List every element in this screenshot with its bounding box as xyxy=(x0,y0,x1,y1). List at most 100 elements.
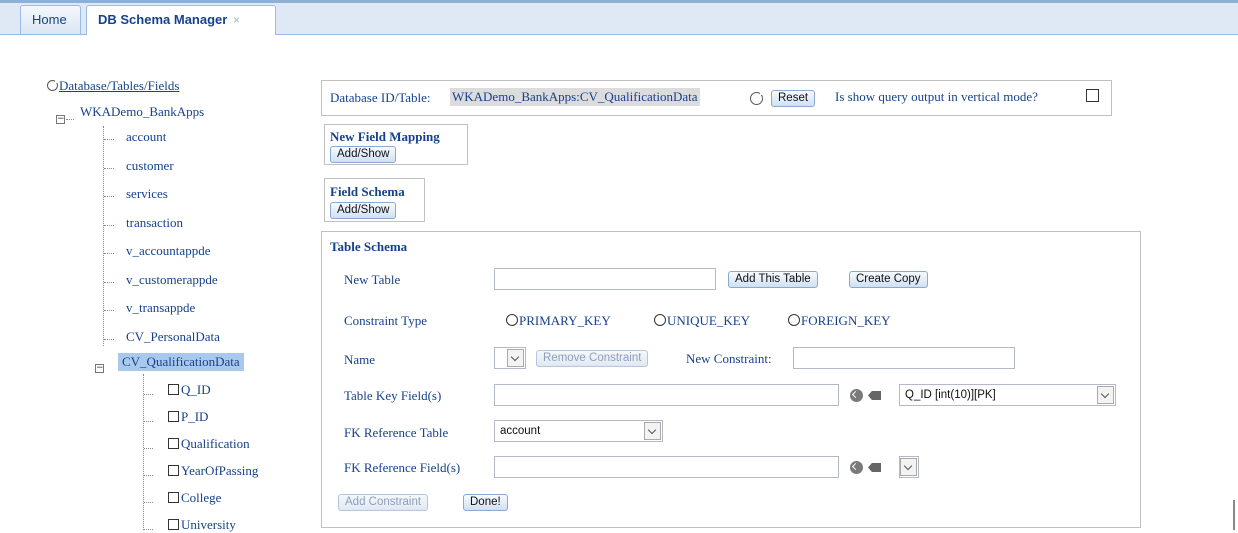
tree-connector xyxy=(104,196,114,197)
new-constraint-label: New Constraint: xyxy=(686,351,772,366)
tree-connector xyxy=(104,281,114,283)
vertical-mode-label: Is show query output in vertical mode? xyxy=(835,89,1038,104)
remove-constraint-button[interactable]: Remove Constraint xyxy=(536,350,649,367)
db-table-value: WKADemo_BankApps:CV_QualificationData xyxy=(450,88,700,106)
tree-root[interactable]: Database/Tables/Fields xyxy=(47,78,179,94)
radio-icon[interactable] xyxy=(506,314,518,326)
close-icon[interactable]: × xyxy=(233,13,240,27)
tree-table-item[interactable]: customer xyxy=(126,158,174,174)
tree-field-item[interactable]: College xyxy=(168,490,221,506)
tree-connector xyxy=(103,126,104,346)
name-label: Name xyxy=(344,352,376,367)
radio-unique-key[interactable]: UNIQUE_KEY xyxy=(654,313,750,329)
collapse-icon[interactable]: − xyxy=(95,364,104,373)
refresh-icon[interactable] xyxy=(47,79,59,91)
tree-connector xyxy=(104,167,114,169)
field-checkbox[interactable] xyxy=(168,384,179,395)
tree-root-label[interactable]: Database/Tables/Fields xyxy=(59,78,179,93)
tree-field-item[interactable]: YearOfPassing xyxy=(168,463,258,479)
field-label: Q_ID xyxy=(181,382,211,397)
tree-connector xyxy=(144,448,153,449)
new-table-input[interactable] xyxy=(494,268,716,290)
tree-connector xyxy=(104,139,114,140)
tree-table-item[interactable]: v_transappde xyxy=(126,300,195,316)
refresh-icon[interactable] xyxy=(750,91,764,105)
radio-foreign-key[interactable]: FOREIGN_KEY xyxy=(788,313,891,329)
key-field-select[interactable]: Q_ID [int(10)][PK] xyxy=(899,384,1116,406)
tree-table-item[interactable]: v_customerappde xyxy=(126,272,218,288)
field-checkbox[interactable] xyxy=(168,519,179,530)
fk-field-input[interactable] xyxy=(494,456,839,478)
tree-connector xyxy=(144,394,153,395)
tree-table-item[interactable]: account xyxy=(126,129,166,145)
fk-table-select[interactable]: account xyxy=(494,420,663,442)
field-schema-add-button[interactable]: Add/Show xyxy=(330,202,397,219)
chevron-down-icon[interactable] xyxy=(644,422,661,440)
tree-connector xyxy=(104,310,114,311)
tree-connector xyxy=(143,374,144,530)
add-field-icon[interactable] xyxy=(850,461,863,474)
chevron-down-icon[interactable] xyxy=(507,349,524,367)
fk-table-label: FK Reference Table xyxy=(344,425,449,440)
db-table-label: Database ID/Table: xyxy=(330,90,431,105)
tree-table-item[interactable]: v_accountappde xyxy=(126,243,210,259)
collapse-icon[interactable]: − xyxy=(56,115,65,124)
tree-field-item[interactable]: University xyxy=(168,517,236,533)
chevron-down-icon[interactable] xyxy=(900,458,917,476)
radio-primary-key[interactable]: PRIMARY_KEY xyxy=(506,313,611,329)
done-button[interactable]: Done! xyxy=(463,494,508,511)
fk-field-label: FK Reference Field(s) xyxy=(344,460,461,475)
constraint-type-label: Constraint Type xyxy=(344,313,427,328)
tree-connector xyxy=(66,119,74,120)
tree-field-item[interactable]: P_ID xyxy=(168,409,208,425)
tree-connector xyxy=(104,338,114,340)
field-checkbox[interactable] xyxy=(168,492,179,503)
field-schema-title: Field Schema xyxy=(330,184,405,199)
add-field-icon[interactable] xyxy=(850,389,863,402)
add-table-button[interactable]: Add This Table xyxy=(728,271,818,288)
radio-primary-label: PRIMARY_KEY xyxy=(519,313,611,328)
tab-home-label: Home xyxy=(32,12,67,27)
tree-database[interactable]: WKADemo_BankApps xyxy=(80,104,204,120)
reset-button[interactable]: Reset xyxy=(771,90,816,107)
tab-home[interactable]: Home xyxy=(20,5,81,34)
backspace-icon[interactable] xyxy=(868,463,881,472)
table-schema-title: Table Schema xyxy=(330,239,408,254)
field-checkbox[interactable] xyxy=(168,411,179,422)
key-fields-label: Table Key Field(s) xyxy=(344,388,442,403)
tree-connector xyxy=(144,475,153,476)
tree-table-item[interactable]: CV_PersonalData xyxy=(126,329,220,345)
tree-table-selected[interactable]: CV_QualificationData xyxy=(118,353,244,371)
add-constraint-button[interactable]: Add Constraint xyxy=(338,494,429,511)
tree-table-item[interactable]: transaction xyxy=(126,215,183,231)
tab-active-label: DB Schema Manager xyxy=(98,12,228,27)
field-schema-panel: Field Schema Add/Show xyxy=(324,178,425,222)
new-field-mapping-title: New Field Mapping xyxy=(330,129,440,144)
radio-icon[interactable] xyxy=(788,314,800,326)
tree-table-item[interactable]: services xyxy=(126,186,168,202)
fk-field-select[interactable] xyxy=(899,456,919,478)
new-field-mapping-panel: New Field Mapping Add/Show xyxy=(324,124,468,165)
new-field-mapping-add-button[interactable]: Add/Show xyxy=(330,146,397,163)
table-schema-panel: Table Schema New Table Add This Table Cr… xyxy=(321,231,1141,528)
key-fields-input[interactable] xyxy=(494,384,839,406)
field-label: P_ID xyxy=(181,409,209,424)
chevron-down-icon[interactable] xyxy=(1097,386,1114,404)
vertical-mode-checkbox[interactable] xyxy=(1086,89,1099,102)
constraint-name-select[interactable] xyxy=(494,347,526,369)
create-copy-button[interactable]: Create Copy xyxy=(849,271,928,288)
field-label: Qualification xyxy=(181,436,250,451)
tab-db-schema-manager[interactable]: DB Schema Manager × xyxy=(86,5,276,35)
radio-icon[interactable] xyxy=(654,314,666,326)
field-checkbox[interactable] xyxy=(168,438,179,449)
tree-field-item[interactable]: Q_ID xyxy=(168,382,211,398)
db-table-bar: Database ID/Table: WKADemo_BankApps:CV_Q… xyxy=(321,80,1112,116)
scrollbar[interactable] xyxy=(1233,500,1235,530)
tree-connector xyxy=(104,253,114,254)
field-checkbox[interactable] xyxy=(168,465,179,476)
new-constraint-input[interactable] xyxy=(793,347,1015,369)
tree-connector xyxy=(144,502,153,503)
backspace-icon[interactable] xyxy=(868,391,881,400)
new-table-label: New Table xyxy=(344,272,401,287)
tree-field-item[interactable]: Qualification xyxy=(168,436,250,452)
